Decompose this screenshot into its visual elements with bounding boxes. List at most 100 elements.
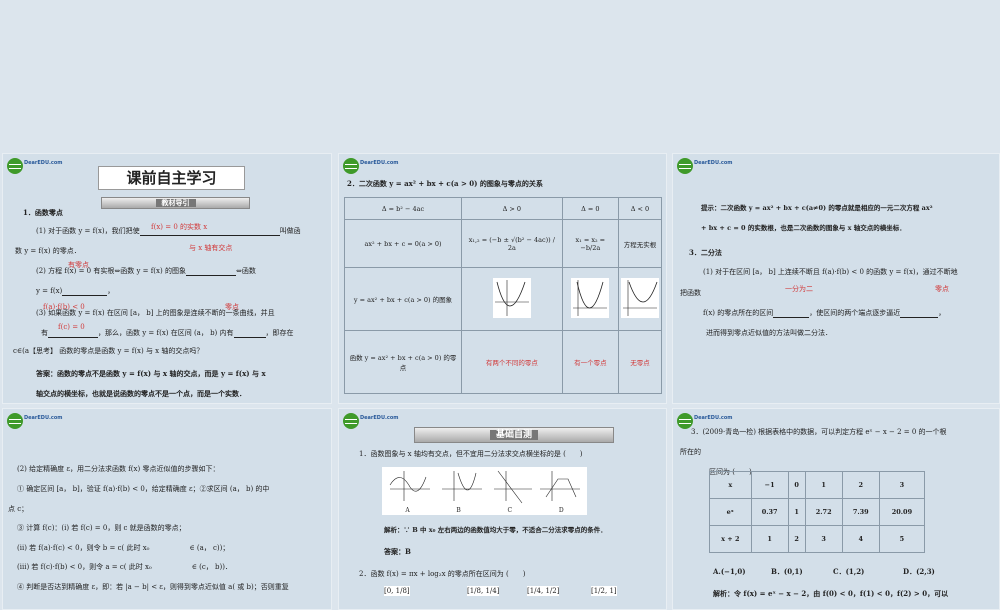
banner-title: 课前自主学习 [126,169,217,187]
analysis-text: 解析：令 f(x) = eˣ − x − 2，由 f(0) < 0，f(1) <… [713,589,949,598]
table-header: Δ = 0 [561,197,619,220]
table-cell: 2 [787,525,806,553]
answer-text: 一分为二 [785,285,813,293]
option-label: A [405,507,410,514]
option-c: [1/4, 1/2] [527,586,560,596]
hint-line: 提示：二次函数 y = ax² + bx + c(a≠0) 的零点就是相应的一元… [701,204,933,212]
graph-two-roots [461,267,563,331]
subsection-title: 基础自测 [489,430,538,440]
dearedu-logo: DearEDU.com [7,413,63,429]
text-line: 进而得到零点近似值的方法叫做二分法． [706,329,832,337]
table-cell: 20.09 [878,498,926,526]
slide-thumbnail-6[interactable]: DearEDU.com 3．(2009·青岛一检) 根据表格中的数据，可以判定方… [672,408,1000,610]
slide-thumbnail-4[interactable]: DearEDU.com (2) 给定精确度 ε，用二分法求函数 f(x) 零点近… [2,408,332,610]
table-cell: 0.37 [750,498,789,526]
subsection-bar: 基础自测 [414,427,614,443]
answer-text: f(c) = 0 [58,323,85,331]
graph-one-root [561,267,619,331]
text-line: (ⅱ) 若 f(a)·f(c) < 0，则令 b = c( 此时 x₀ ∈ (a，… [17,544,230,552]
answer-text: 答案：B [384,547,411,556]
analysis-text: 解析：∵ B 中 x₀ 左右两边的函数值均大于零，不适合二分法求零点的条件． [384,526,607,534]
option-a: [0, 1/8] [384,586,410,596]
text-line: f(x) 的零点所在的区间 ，使区间的两个端点逐步逼近， [703,309,946,318]
option-label: B [456,507,461,514]
table-cell: x + 2 [709,525,752,553]
option-d: D．(2,3) [903,567,935,576]
text-line: ④ 判断是否达到精确度 ε，即：若 |a − b| < ε，则得到零点近似值 a… [17,583,289,591]
table-cell: x₁ = x₂ = −b/2a [561,219,619,268]
table-cell: 函数 y = ax² + bx + c(a > 0) 的零点 [343,330,463,394]
quadratic-table: Δ = b² − 4ac Δ > 0Δ = 0Δ < 0 ax² + bx + c… [343,197,663,394]
answer-cell: 无零点 [617,330,663,394]
question-3: 3．(2009·青岛一检) 根据表格中的数据，可以判定方程 eˣ − x − 2… [691,428,947,436]
table-cell: x [709,471,752,499]
table-cell: 2.72 [804,498,843,526]
think-question: c∈(a【思考】 函数的零点是函数 y = f(x) 与 x 轴的交点吗？ [13,347,204,355]
text-line: y = f(x)， [36,287,115,296]
text-line: 数 y = f(x) 的零点． [15,247,81,255]
table-cell: y = ax² + bx + c(a > 0) 的图象 [343,267,463,331]
data-table: x −1 0 1 2 3 eˣ 0.37 1 2.72 7.39 20.09 x + 212345 [709,471,926,553]
text-line: 所在的 [680,448,701,456]
heading: 1．函数零点 [23,208,63,217]
table-header: Δ = b² − 4ac [343,197,463,220]
section-banner: 课前自主学习 [98,166,245,190]
option-d: [1/2, 1] [591,586,617,596]
question-1: 1．函数图象与 x 轴均有交点，但不宜用二分法求交点横坐标的是 ( ) [359,450,583,458]
option-label: C [507,507,513,514]
dearedu-logo: DearEDU.com [7,158,63,174]
answer-text: 零点 [225,303,239,311]
table-cell: 1 [804,471,843,499]
dearedu-logo: DearEDU.com [677,158,733,174]
text-line: 把函数 [680,289,701,297]
table-cell: 1 [787,498,806,526]
table-cell: ax² + bx + c = 0(a > 0) [343,219,463,268]
slide-thumbnail-2[interactable]: DearEDU.com 2．二次函数 y = ax² + bx + c(a > … [338,153,667,404]
table-header: Δ < 0 [617,197,663,220]
option-graphs: A B C D [382,467,587,515]
answer-line: 答案：函数的零点不是函数 y = f(x) 与 x 轴的交点，而是 y = f(… [36,369,266,378]
table-cell: eˣ [709,498,752,526]
table-cell: 7.39 [841,498,880,526]
graph-no-root [617,267,663,331]
option-label: D [558,507,564,514]
answer-cell: 有两个不同的零点 [461,330,563,394]
subsection-bar: 教材导引 [101,197,250,209]
table-cell: 0 [787,471,806,499]
answer-cell: 有一个零点 [561,330,619,394]
text-line: (2) 给定精确度 ε，用二分法求函数 f(x) 零点近似值的步骤如下： [17,465,220,473]
table-cell: 2 [841,471,880,499]
answer-text: f(x) = 0 的实数 x [151,223,208,231]
question-2: 2．函数 f(x) = πx + log₂x 的零点所在区间为 ( ) [359,570,526,578]
heading: 3．二分法 [689,248,722,257]
text-line: (ⅲ) 若 f(c)·f(b) < 0，则令 a = c( 此时 x₀ ∈ (c，… [17,563,232,571]
table-cell: 1 [750,525,789,553]
slide-thumbnail-5[interactable]: DearEDU.com 基础自测 1．函数图象与 x 轴均有交点，但不宜用二分法… [338,408,667,610]
slide-title: 2．二次函数 y = ax² + bx + c(a > 0) 的图象与零点的关系 [347,179,543,188]
answer-text: f(a)·f(b) < 0 [43,303,85,311]
table-cell: 方程无实根 [617,219,663,268]
answer-line: 轴交点的横坐标，也就是说函数的零点不是一个点，而是一个实数． [36,389,246,398]
table-cell: 4 [841,525,880,553]
table-cell: −1 [750,471,789,499]
option-c: C．(1,2) [833,567,865,576]
dearedu-logo: DearEDU.com [343,413,399,429]
option-a: A.(−1,0) [713,567,746,576]
text-line: 点 c； [8,505,29,513]
text-line: ① 确定区间 [a， b]，验证 f(a)·f(b) < 0，给定精确度 ε；②… [17,485,270,493]
option-b: B．(0,1) [771,567,803,576]
text-line: (1) 对于在区间 [a， b] 上连续不断且 f(a)·f(b) < 0 的函… [703,268,958,276]
subsection-title: 教材导引 [155,199,196,207]
hint-line: + bx + c = 0 的实数根，也是二次函数的图象与 x 轴交点的横坐标． [701,224,906,232]
slide-thumbnail-1[interactable]: DearEDU.com 课前自主学习 教材导引 1．函数零点 (1) 对于函数 … [2,153,332,404]
table-cell: 3 [804,525,843,553]
dearedu-logo: DearEDU.com [343,158,399,174]
table-cell: x₁,₂ = (−b ± √(b² − 4ac)) / 2a [461,219,563,268]
text-line: ③ 计算 f(c)：(ⅰ) 若 f(c) = 0，则 c 就是函数的零点； [17,524,186,532]
answer-text: 与 x 轴有交点 [189,244,233,252]
table-cell: 5 [878,525,926,553]
table-cell: 3 [878,471,926,499]
table-header: Δ > 0 [461,197,563,220]
slide-thumbnail-3[interactable]: DearEDU.com 提示：二次函数 y = ax² + bx + c(a≠0… [672,153,1000,404]
answer-text: 零点 [935,285,949,293]
